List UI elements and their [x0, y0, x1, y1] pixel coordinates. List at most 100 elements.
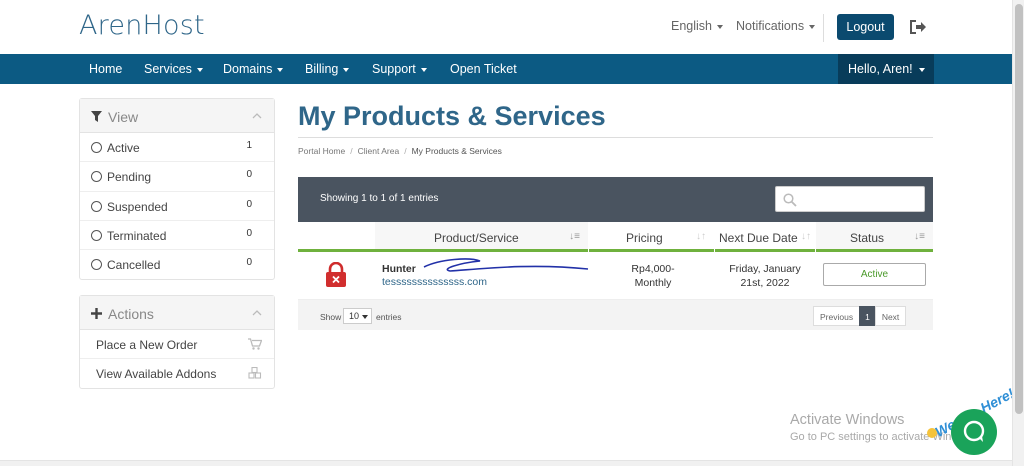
chevron-down-icon [809, 24, 816, 29]
product-domain[interactable]: tessssssssssssss.com [382, 276, 487, 288]
lock-icon [326, 262, 346, 287]
chat-bubble-icon [963, 420, 985, 442]
nav-billing[interactable]: Billing [305, 62, 350, 76]
language-dropdown[interactable]: English [671, 19, 723, 33]
radio-icon[interactable] [91, 259, 102, 271]
chevron-down-icon [362, 314, 369, 319]
actions-panel-title: Actions [108, 306, 154, 322]
column-pricing[interactable]: Pricing ↓↑ [589, 222, 714, 252]
chevron-up-icon[interactable] [252, 310, 262, 316]
show-label: Show [320, 312, 342, 322]
filter-count: 0 [246, 169, 252, 181]
filter-suspended[interactable]: Suspended 0 [80, 192, 274, 221]
filter-label: Pending [107, 170, 152, 185]
table-footer: Show 10 entries Previous 1 Next [298, 300, 933, 330]
sign-out-icon[interactable] [908, 19, 926, 35]
filter-cancelled[interactable]: Cancelled 0 [80, 250, 274, 279]
radio-icon[interactable] [91, 229, 102, 241]
actions-panel-header[interactable]: Actions [80, 296, 274, 330]
nav-support[interactable]: Support [372, 62, 427, 76]
due-date-line1: Friday, January [729, 263, 801, 275]
column-next-due-date[interactable]: Next Due Date ↓↑ [715, 222, 815, 252]
page-1-button[interactable]: 1 [859, 306, 876, 326]
page-length-value: 10 [349, 311, 360, 321]
entries-info: Showing 1 to 1 of 1 entries [320, 193, 439, 204]
filter-active[interactable]: Active 1 [80, 133, 274, 163]
table-row[interactable]: Hunter tessssssssssssss.com Rp4,000- Mon… [298, 252, 933, 300]
pagination: Previous 1 Next [813, 306, 907, 326]
table-search-input[interactable] [775, 186, 925, 212]
previous-page-button[interactable]: Previous [813, 306, 861, 326]
action-view-available-addons[interactable]: View Available Addons [80, 359, 274, 388]
sort-icon: ↓↑ [801, 231, 811, 242]
chevron-down-icon [343, 67, 350, 72]
search-icon [783, 193, 797, 207]
column-product-service[interactable]: Product/Service ↓≡ [375, 222, 588, 252]
brand-logo[interactable]: ArenHost [79, 10, 205, 41]
notifications-label: Notifications [736, 19, 805, 33]
filter-count: 1 [246, 140, 252, 151]
chevron-up-icon[interactable] [252, 113, 262, 119]
vertical-scrollbar[interactable] [1012, 0, 1024, 466]
scrollbar-thumb[interactable] [1015, 4, 1023, 414]
user-greeting: Hello, Aren! [848, 62, 913, 76]
nav-services[interactable]: Services [144, 62, 203, 76]
chevron-down-icon [420, 67, 427, 72]
title-divider [298, 137, 933, 138]
breadcrumb-portal-home[interactable]: Portal Home [298, 146, 345, 156]
action-label: View Available Addons [96, 367, 217, 381]
table-header: Product/Service ↓≡ Pricing ↓↑ Next Due D… [298, 222, 933, 252]
nav-domains-label: Domains [223, 62, 273, 76]
product-name[interactable]: Hunter [382, 263, 416, 275]
due-date-cell: Friday, January 21st, 2022 [708, 262, 822, 290]
nav-support-label: Support [372, 62, 416, 76]
page-title: My Products & Services [298, 101, 606, 131]
radio-icon[interactable] [91, 142, 102, 153]
sort-icon: ↓≡ [914, 231, 925, 242]
action-place-new-order[interactable]: Place a New Order [80, 330, 274, 359]
chevron-down-icon [717, 24, 723, 29]
column-label: Status [850, 231, 885, 245]
filter-pending[interactable]: Pending 0 [80, 162, 274, 192]
nav-billing-label: Billing [305, 62, 339, 76]
plus-icon [91, 308, 102, 319]
header-icon-column [298, 222, 375, 252]
breadcrumb-separator: / [404, 146, 407, 156]
sort-icon: ↓↑ [696, 231, 706, 242]
breadcrumb-client-area[interactable]: Client Area [358, 146, 400, 156]
chevron-down-icon [277, 67, 284, 72]
nav-open-ticket[interactable]: Open Ticket [450, 62, 517, 76]
due-date-line2: 21st, 2022 [740, 277, 790, 289]
chevron-down-icon [196, 67, 203, 72]
notifications-dropdown[interactable]: Notifications [736, 19, 816, 33]
page-length-select[interactable]: 10 [343, 308, 372, 324]
radio-icon[interactable] [91, 171, 102, 183]
filter-count: 0 [246, 198, 252, 210]
breadcrumb: Portal Home / Client Area / My Products & Se… [298, 146, 502, 156]
radio-icon[interactable] [91, 200, 102, 212]
pen-annotation [423, 258, 589, 272]
next-page-button[interactable]: Next [874, 306, 907, 326]
sort-icon: ↓≡ [569, 231, 580, 242]
view-panel: View Active 1 Pending 0 Suspended 0 Termina… [79, 98, 275, 281]
filter-label: Cancelled [107, 258, 161, 273]
filter-label: Suspended [107, 199, 168, 214]
main-nav: Home Services Domains Billing Support Op… [0, 54, 1024, 84]
status-badge[interactable]: Active [823, 263, 926, 286]
column-status[interactable]: Status ↓≡ [816, 222, 933, 252]
table-toolbar: Showing 1 to 1 of 1 entries [298, 177, 933, 222]
view-panel-header[interactable]: View [80, 99, 274, 133]
pricing-cell: Rp4,000- Monthly [598, 262, 708, 290]
nav-domains[interactable]: Domains [223, 62, 284, 76]
chat-widget-button[interactable] [951, 409, 997, 455]
entries-label: entries [376, 312, 402, 322]
nav-home[interactable]: Home [89, 62, 122, 76]
column-label: Pricing [626, 231, 663, 245]
language-label: English [671, 19, 712, 33]
filter-count: 0 [246, 227, 252, 239]
logout-button[interactable]: Logout [837, 14, 894, 40]
price-amount: Rp4,000- [631, 263, 675, 275]
user-menu[interactable]: Hello, Aren! [838, 54, 934, 84]
filter-terminated[interactable]: Terminated 0 [80, 221, 274, 251]
horizontal-scrollbar[interactable] [0, 460, 1012, 466]
